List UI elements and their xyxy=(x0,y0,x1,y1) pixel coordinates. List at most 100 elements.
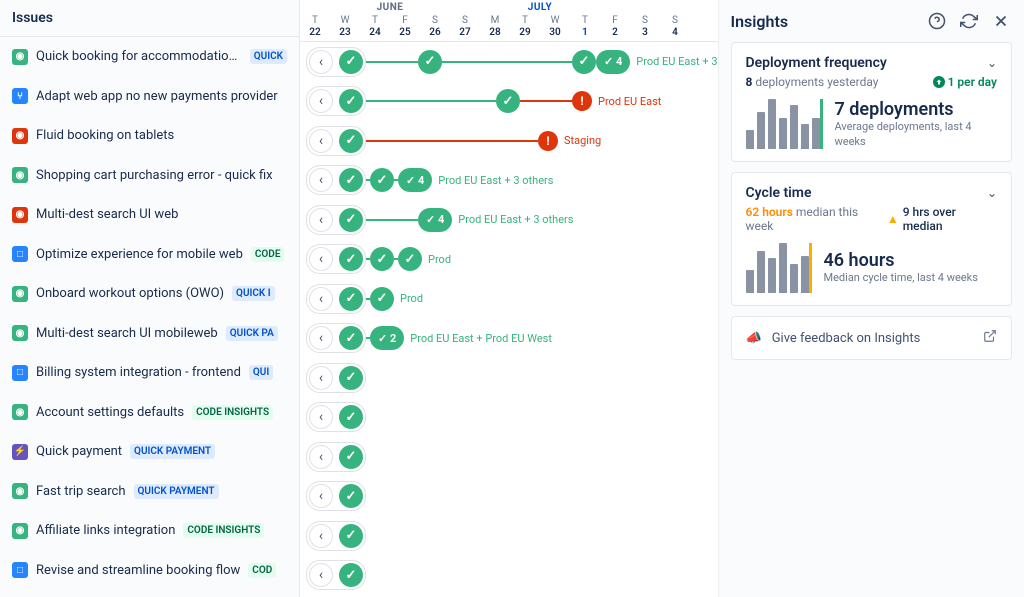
chart-bar xyxy=(790,264,798,293)
issue-row[interactable]: ◉Fast trip searchQUICK PAYMENT xyxy=(0,472,299,512)
deploy-check-icon[interactable]: ✓ xyxy=(339,129,363,153)
deployment-frequency-card[interactable]: Deployment frequency ⌄ 8 deployments yes… xyxy=(731,42,1013,162)
deploy-count-pill[interactable]: ✓ 4 xyxy=(596,50,630,74)
issue-row[interactable]: ◉Affiliate links integrationCODE INSIGHT… xyxy=(0,511,299,551)
day-column: W30 xyxy=(540,13,570,41)
expand-chevron-icon[interactable]: ‹ xyxy=(309,405,333,429)
chevron-down-icon[interactable]: ⌄ xyxy=(987,56,997,70)
origin-capsule[interactable]: ‹✓ xyxy=(306,126,366,156)
origin-capsule[interactable]: ‹✓ xyxy=(306,205,366,235)
issue-row[interactable]: □Optimize experience for mobile webCODE xyxy=(0,235,299,275)
deploy-check-icon[interactable]: ✓ xyxy=(418,50,442,74)
origin-capsule[interactable]: ‹✓ xyxy=(306,244,366,274)
deploy-fail-icon[interactable]: ! xyxy=(572,91,592,111)
deploy-check-icon[interactable]: ✓ xyxy=(339,168,363,192)
chevron-down-icon[interactable]: ⌄ xyxy=(987,186,997,200)
origin-capsule[interactable]: ‹✓ xyxy=(306,284,366,314)
timeline-row: ‹✓ xyxy=(300,398,718,438)
cycle-time-card[interactable]: Cycle time ⌄ 62 hours median this week ▲… xyxy=(731,172,1013,306)
expand-chevron-icon[interactable]: ‹ xyxy=(309,89,333,113)
expand-chevron-icon[interactable]: ‹ xyxy=(309,524,333,548)
expand-chevron-icon[interactable]: ‹ xyxy=(309,366,333,390)
expand-chevron-icon[interactable]: ‹ xyxy=(309,445,333,469)
deploy-count-pill[interactable]: ✓ 2 xyxy=(370,326,404,350)
expand-chevron-icon[interactable]: ‹ xyxy=(309,208,333,232)
issue-tag: CODE xyxy=(251,247,285,262)
deploy-check-icon[interactable]: ✓ xyxy=(572,50,596,74)
deploy-count-pill[interactable]: ✓ 4 xyxy=(398,168,432,192)
origin-capsule[interactable]: ‹✓ xyxy=(306,47,366,77)
timeline-row: ‹✓✓✓Prod xyxy=(300,240,718,280)
issue-row[interactable]: ◉Shopping cart purchasing error - quick … xyxy=(0,156,299,196)
timeline-row: ‹✓✓Prod xyxy=(300,279,718,319)
issue-row[interactable]: ◉Multi-dest search UI mobilewebQUICK PA xyxy=(0,314,299,354)
deploy-check-icon[interactable]: ✓ xyxy=(339,89,363,113)
timeline-row: ‹✓ xyxy=(300,358,718,398)
day-column: S27 xyxy=(450,13,480,41)
deploy-check-icon[interactable]: ✓ xyxy=(339,287,363,311)
deploy-check-icon[interactable]: ✓ xyxy=(339,366,363,390)
expand-chevron-icon[interactable]: ‹ xyxy=(309,287,333,311)
issue-row[interactable]: ◉Account settings defaultsCODE INSIGHTS xyxy=(0,393,299,433)
issue-row[interactable]: □Revise and streamline booking flowCOD xyxy=(0,551,299,591)
origin-capsule[interactable]: ‹✓ xyxy=(306,86,366,116)
issue-title: Fluid booking on tablets xyxy=(36,128,174,143)
trend-up: 1 per day xyxy=(933,75,997,89)
chart-bar xyxy=(757,251,765,293)
chart-bar xyxy=(801,256,809,293)
chart-bar xyxy=(768,99,776,149)
issue-row[interactable]: ⚡Quick paymentQUICK PAYMENT xyxy=(0,432,299,472)
deploy-check-icon[interactable]: ✓ xyxy=(339,247,363,271)
timeline-row: ‹✓✓✓✓ 4Prod EU East + 3 o xyxy=(300,42,718,82)
issue-row[interactable]: ◉Quick booking for accommodationsQUICK xyxy=(0,37,299,77)
close-icon[interactable] xyxy=(990,10,1012,32)
origin-capsule[interactable]: ‹✓ xyxy=(306,363,366,393)
expand-chevron-icon[interactable]: ‹ xyxy=(309,129,333,153)
origin-capsule[interactable]: ‹✓ xyxy=(306,323,366,353)
deploy-check-icon[interactable]: ✓ xyxy=(339,445,363,469)
issue-title: Multi-dest search UI web xyxy=(36,207,178,222)
issue-row[interactable]: ⑂Adapt web app no new payments provider xyxy=(0,77,299,117)
issue-row[interactable]: □Billing system integration - frontendQU… xyxy=(0,353,299,393)
connector-line xyxy=(366,61,418,63)
deploy-check-icon[interactable]: ✓ xyxy=(339,326,363,350)
deploy-fail-icon[interactable]: ! xyxy=(538,131,558,151)
issue-title: Optimize experience for mobile web xyxy=(36,247,243,262)
deploy-check-icon[interactable]: ✓ xyxy=(339,208,363,232)
expand-chevron-icon[interactable]: ‹ xyxy=(309,484,333,508)
issue-tag: QUICK xyxy=(250,49,287,64)
deploy-check-icon[interactable]: ✓ xyxy=(339,484,363,508)
refresh-icon[interactable] xyxy=(958,10,980,32)
deploy-check-icon[interactable]: ✓ xyxy=(496,89,520,113)
deploy-check-icon[interactable]: ✓ xyxy=(398,247,422,271)
megaphone-icon: 📣 xyxy=(746,331,762,346)
origin-capsule[interactable]: ‹✓ xyxy=(306,442,366,472)
issue-title: Multi-dest search UI mobileweb xyxy=(36,326,218,341)
deploy-check-icon[interactable]: ✓ xyxy=(339,50,363,74)
expand-chevron-icon[interactable]: ‹ xyxy=(309,50,333,74)
origin-capsule[interactable]: ‹✓ xyxy=(306,165,366,195)
origin-capsule[interactable]: ‹✓ xyxy=(306,402,366,432)
card-title: Cycle time xyxy=(746,185,812,201)
expand-chevron-icon[interactable]: ‹ xyxy=(309,168,333,192)
issue-title: Affiliate links integration xyxy=(36,523,175,538)
expand-chevron-icon[interactable]: ‹ xyxy=(309,326,333,350)
expand-chevron-icon[interactable]: ‹ xyxy=(309,563,333,587)
origin-capsule[interactable]: ‹✓ xyxy=(306,481,366,511)
issue-row[interactable]: ◉Fluid booking on tablets xyxy=(0,116,299,156)
deploy-check-icon[interactable]: ✓ xyxy=(339,405,363,429)
issue-row[interactable]: ◉Onboard workout options (OWO)QUICK I xyxy=(0,274,299,314)
origin-capsule[interactable]: ‹✓ xyxy=(306,521,366,551)
chart-bar xyxy=(746,130,754,149)
deploy-check-icon[interactable]: ✓ xyxy=(370,247,394,271)
deploy-check-icon[interactable]: ✓ xyxy=(339,563,363,587)
deploy-check-icon[interactable]: ✓ xyxy=(370,168,394,192)
expand-chevron-icon[interactable]: ‹ xyxy=(309,247,333,271)
deploy-check-icon[interactable]: ✓ xyxy=(370,287,394,311)
feedback-link[interactable]: 📣 Give feedback on Insights xyxy=(731,316,1013,360)
deploy-check-icon[interactable]: ✓ xyxy=(339,524,363,548)
issue-row[interactable]: ◉Multi-dest search UI web xyxy=(0,195,299,235)
origin-capsule[interactable]: ‹✓ xyxy=(306,560,366,590)
help-icon[interactable] xyxy=(926,10,948,32)
deploy-count-pill[interactable]: ✓ 4 xyxy=(418,208,452,232)
